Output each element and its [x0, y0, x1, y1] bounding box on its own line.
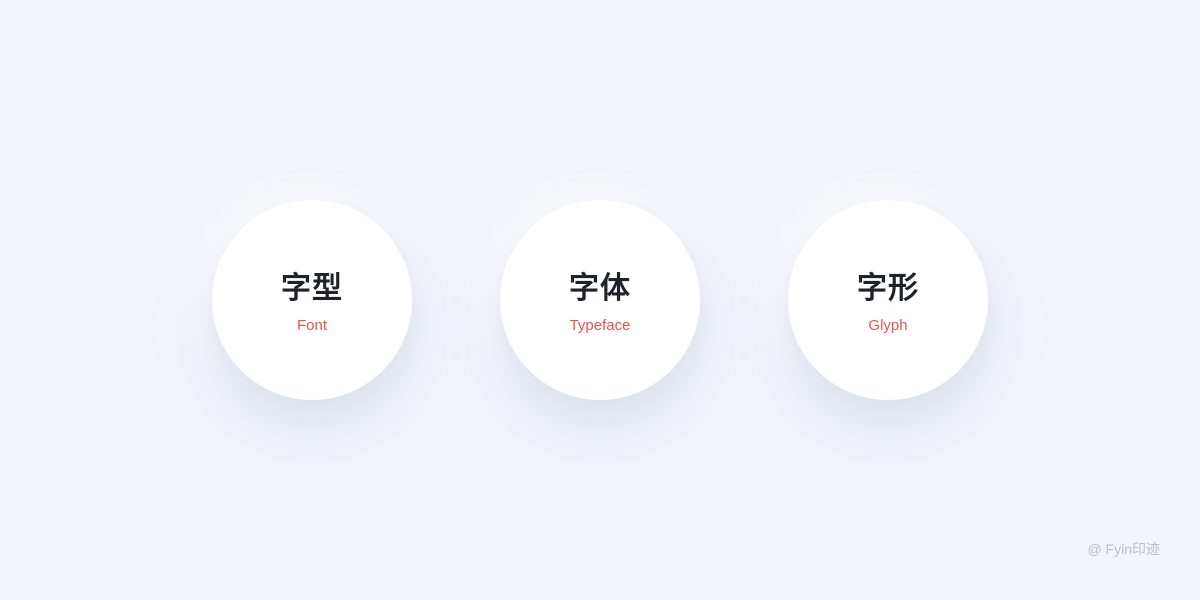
watermark: @ Fyin印迹	[1087, 541, 1160, 557]
term-chinese: 字形	[857, 270, 919, 306]
term-circle-font: 字型 Font	[212, 200, 412, 400]
term-chinese: 字型	[281, 270, 343, 306]
term-circle-typeface: 字体 Typeface	[500, 200, 700, 400]
terms-canvas: 字型 Font 字体 Typeface 字形 Glyph @ Fyin印迹	[0, 0, 1200, 600]
term-english: Font	[296, 316, 327, 334]
term-english: Glyph	[868, 316, 908, 334]
term-english: Typeface	[569, 316, 631, 334]
term-circle-glyph: 字形 Glyph	[788, 200, 988, 400]
term-chinese: 字体	[569, 270, 631, 306]
